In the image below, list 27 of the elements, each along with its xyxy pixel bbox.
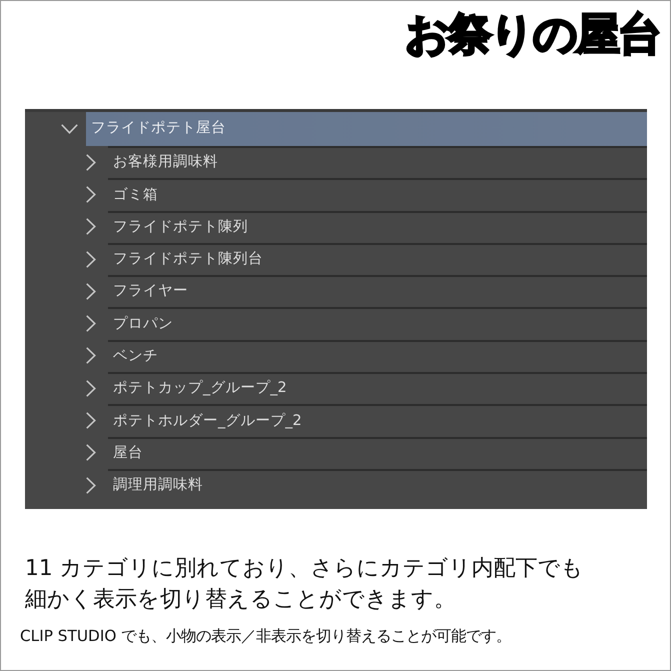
chevron-right-icon[interactable] bbox=[86, 186, 96, 203]
chevron-right-icon[interactable] bbox=[86, 476, 96, 494]
tree-item[interactable]: フライドポテト陳列台 bbox=[108, 242, 647, 276]
tree-item[interactable]: 調理用調味料 bbox=[108, 468, 647, 502]
tree-item[interactable]: 屋台 bbox=[108, 436, 647, 469]
chevron-right-icon[interactable] bbox=[86, 347, 96, 364]
chevron-right-icon[interactable] bbox=[86, 444, 96, 462]
chevron-right-icon[interactable] bbox=[86, 412, 96, 430]
chevron-right-icon[interactable] bbox=[86, 218, 96, 236]
tree-item[interactable]: お客様用調味料 bbox=[108, 146, 647, 178]
tree-item[interactable]: ゴミ箱 bbox=[108, 178, 647, 211]
tree-item[interactable]: フライヤー bbox=[108, 275, 647, 308]
tree-item[interactable]: フライドポテト屋台 bbox=[86, 112, 647, 146]
tree-item[interactable]: プロパン bbox=[108, 307, 647, 340]
description-text: 11 カテゴリに別れており、さらにカテゴリ内配下でも 細かく表示を切り替えることができます。 bbox=[25, 555, 585, 614]
chevron-right-icon[interactable] bbox=[86, 250, 96, 268]
chevron-right-icon[interactable] bbox=[86, 282, 96, 300]
title-logo: お祭りの屋台 bbox=[405, 8, 660, 62]
tree-item[interactable]: ベンチ bbox=[108, 340, 647, 372]
chevron-down-icon[interactable] bbox=[61, 124, 78, 134]
tree-item[interactable]: ポテトカップ_グループ_2 bbox=[108, 372, 647, 404]
chevron-right-icon[interactable] bbox=[86, 154, 96, 171]
chevron-right-icon[interactable] bbox=[86, 380, 96, 397]
tree-item[interactable]: フライドポテト陳列 bbox=[108, 210, 647, 243]
chevron-right-icon[interactable] bbox=[86, 315, 96, 332]
tree-item[interactable]: ポテトホルダー_グループ_2 bbox=[108, 404, 647, 437]
note-text: CLIP STUDIO でも、小物の表示／非表示を切り替えることが可能です。 bbox=[20, 626, 512, 648]
